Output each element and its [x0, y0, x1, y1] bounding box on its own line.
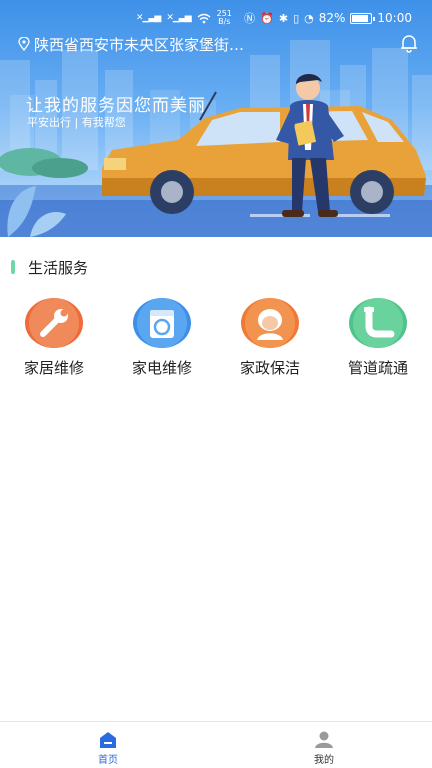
signal-icon-2: ✕▁▃▅ [166, 13, 191, 23]
nav-me-label: 我的 [314, 755, 334, 766]
service-grid: 家居维修 家电维修 家政保洁 管道疏通 [0, 298, 432, 388]
net-speed-unit: B/s [218, 17, 231, 26]
home-icon [100, 732, 116, 748]
service-label: 家居维修 [23, 359, 84, 377]
net-speed: 251 B/s [217, 10, 232, 26]
location-pin-icon [18, 37, 30, 51]
user-icon [315, 731, 333, 748]
home-screen: ✕▁▃▅ ✕▁▃▅ 251 B/s Ⓝ ⏰ ✱ ▯ ◔ 82% 10:00 陕西… [0, 0, 432, 768]
section-accent-bar [11, 260, 15, 274]
wrench-icon [25, 298, 83, 348]
service-label: 管道疏通 [347, 359, 408, 377]
service-housekeeping[interactable]: 家政保洁 [216, 298, 324, 388]
data-saver-icon: ◔ [304, 11, 314, 25]
bottom-nav: 首页 我的 [0, 721, 432, 768]
wifi-icon [197, 13, 211, 23]
service-appliance-repair[interactable]: 家电维修 [108, 298, 216, 388]
service-home-repair[interactable]: 家居维修 [0, 298, 108, 388]
vibrate-icon: ▯ [293, 11, 300, 25]
banner-slogan: 让我的服务因您而美丽 [26, 96, 206, 116]
nfc-icon: Ⓝ [244, 12, 256, 25]
pipe-icon [349, 298, 407, 348]
nav-me[interactable]: 我的 [216, 722, 432, 768]
service-pipe-dredging[interactable]: 管道疏通 [324, 298, 432, 388]
banner[interactable]: ✕▁▃▅ ✕▁▃▅ 251 B/s Ⓝ ⏰ ✱ ▯ ◔ 82% 10:00 陕西… [0, 0, 432, 237]
cleaner-icon [241, 298, 299, 348]
bluetooth-icon: ✱ [278, 11, 289, 25]
status-left: ✕▁▃▅ ✕▁▃▅ 251 B/s [136, 10, 232, 26]
location-bar[interactable]: 陕西省西安市未央区张家堡街… [18, 33, 418, 55]
signal-icon: ✕▁▃▅ [136, 13, 161, 23]
status-bar: ✕▁▃▅ ✕▁▃▅ 251 B/s Ⓝ ⏰ ✱ ▯ ◔ 82% 10:00 [0, 0, 432, 34]
section-title: 生活服务 [28, 259, 89, 277]
nav-home[interactable]: 首页 [0, 722, 216, 768]
bell-icon[interactable] [400, 34, 418, 53]
service-label: 家政保洁 [239, 359, 300, 377]
clock: 10:00 [377, 11, 412, 25]
banner-sub-slogan: 平安出行 | 有我帮您 [27, 116, 126, 129]
location-text[interactable]: 陕西省西安市未央区张家堡街… [34, 34, 244, 55]
nav-home-label: 首页 [98, 755, 118, 766]
battery-percent: 82% [318, 11, 346, 25]
battery-icon [350, 12, 376, 24]
status-right: Ⓝ ⏰ ✱ ▯ ◔ 82% 10:00 [244, 10, 412, 26]
section-header: 生活服务 [0, 255, 432, 279]
alarm-icon: ⏰ [260, 11, 274, 25]
washing-machine-icon [133, 298, 191, 348]
service-label: 家电维修 [131, 359, 192, 377]
